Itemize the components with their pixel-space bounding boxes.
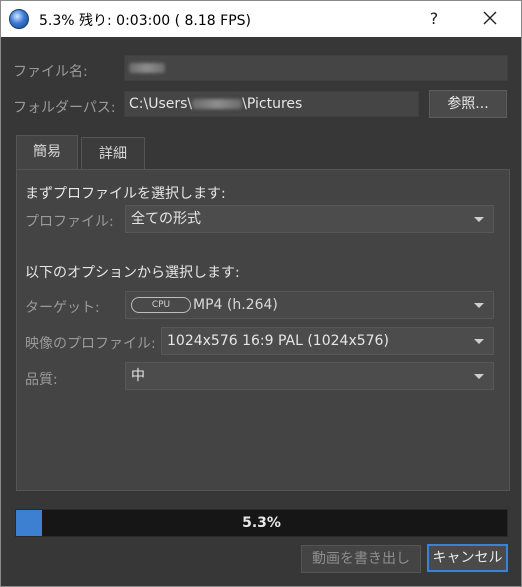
quality-label: 品質: — [25, 372, 58, 388]
export-dialog: 5.3% 残り: 0:03:00 ( 8.18 FPS) ? ファイル名: フォ… — [0, 0, 522, 587]
tab-advanced[interactable]: 詳細 — [81, 137, 145, 171]
close-icon — [483, 11, 497, 25]
filename-field[interactable] — [124, 55, 508, 81]
redacted-filename — [129, 63, 165, 73]
close-button[interactable] — [475, 5, 505, 33]
cancel-button[interactable]: キャンセル — [427, 544, 508, 572]
profile-heading: まずプロファイルを選択します: — [25, 186, 226, 202]
chevron-down-icon — [474, 339, 484, 344]
folder-path-label: フォルダーパス: — [13, 100, 116, 116]
cpu-badge: CPU — [131, 297, 191, 313]
window-title: 5.3% 残り: 0:03:00 ( 8.18 FPS) — [39, 13, 251, 29]
chevron-down-icon — [474, 374, 484, 379]
export-progress-bar: 5.3% — [15, 509, 508, 537]
chevron-down-icon — [474, 217, 484, 222]
folder-path-field[interactable]: C:\Users\ \Pictures — [124, 91, 419, 117]
redacted-username — [192, 99, 243, 109]
progress-text: 5.3% — [242, 515, 281, 531]
folder-path-prefix: C:\Users\ — [129, 96, 193, 112]
target-select[interactable]: CPU MP4 (h.264) — [125, 291, 494, 319]
quality-select[interactable]: 中 — [125, 362, 494, 390]
chevron-down-icon — [474, 303, 484, 308]
options-heading: 以下のオプションから選択します: — [25, 265, 240, 281]
filename-label: ファイル名: — [13, 64, 88, 80]
title-bar[interactable]: 5.3% 残り: 0:03:00 ( 8.18 FPS) ? — [1, 1, 521, 37]
target-select-value: MP4 (h.264) — [193, 297, 278, 313]
profile-label: プロファイル: — [25, 214, 114, 230]
profile-select[interactable]: 全ての形式 — [125, 205, 494, 233]
folder-path-suffix: \Pictures — [242, 96, 303, 112]
app-logo-icon — [9, 9, 29, 29]
profile-select-value: 全ての形式 — [131, 211, 201, 227]
export-video-button[interactable]: 動画を書き出し — [301, 545, 421, 573]
video-profile-select-value: 1024x576 16:9 PAL (1024x576) — [167, 333, 389, 349]
target-label: ターゲット: — [25, 300, 100, 316]
quality-select-value: 中 — [131, 368, 145, 384]
browse-button[interactable]: 参照... — [429, 90, 507, 118]
video-profile-select[interactable]: 1024x576 16:9 PAL (1024x576) — [161, 327, 494, 355]
tab-simple[interactable]: 簡易 — [16, 135, 78, 171]
help-button[interactable]: ? — [419, 5, 449, 33]
video-profile-label: 映像のプロファイル: — [25, 336, 156, 352]
